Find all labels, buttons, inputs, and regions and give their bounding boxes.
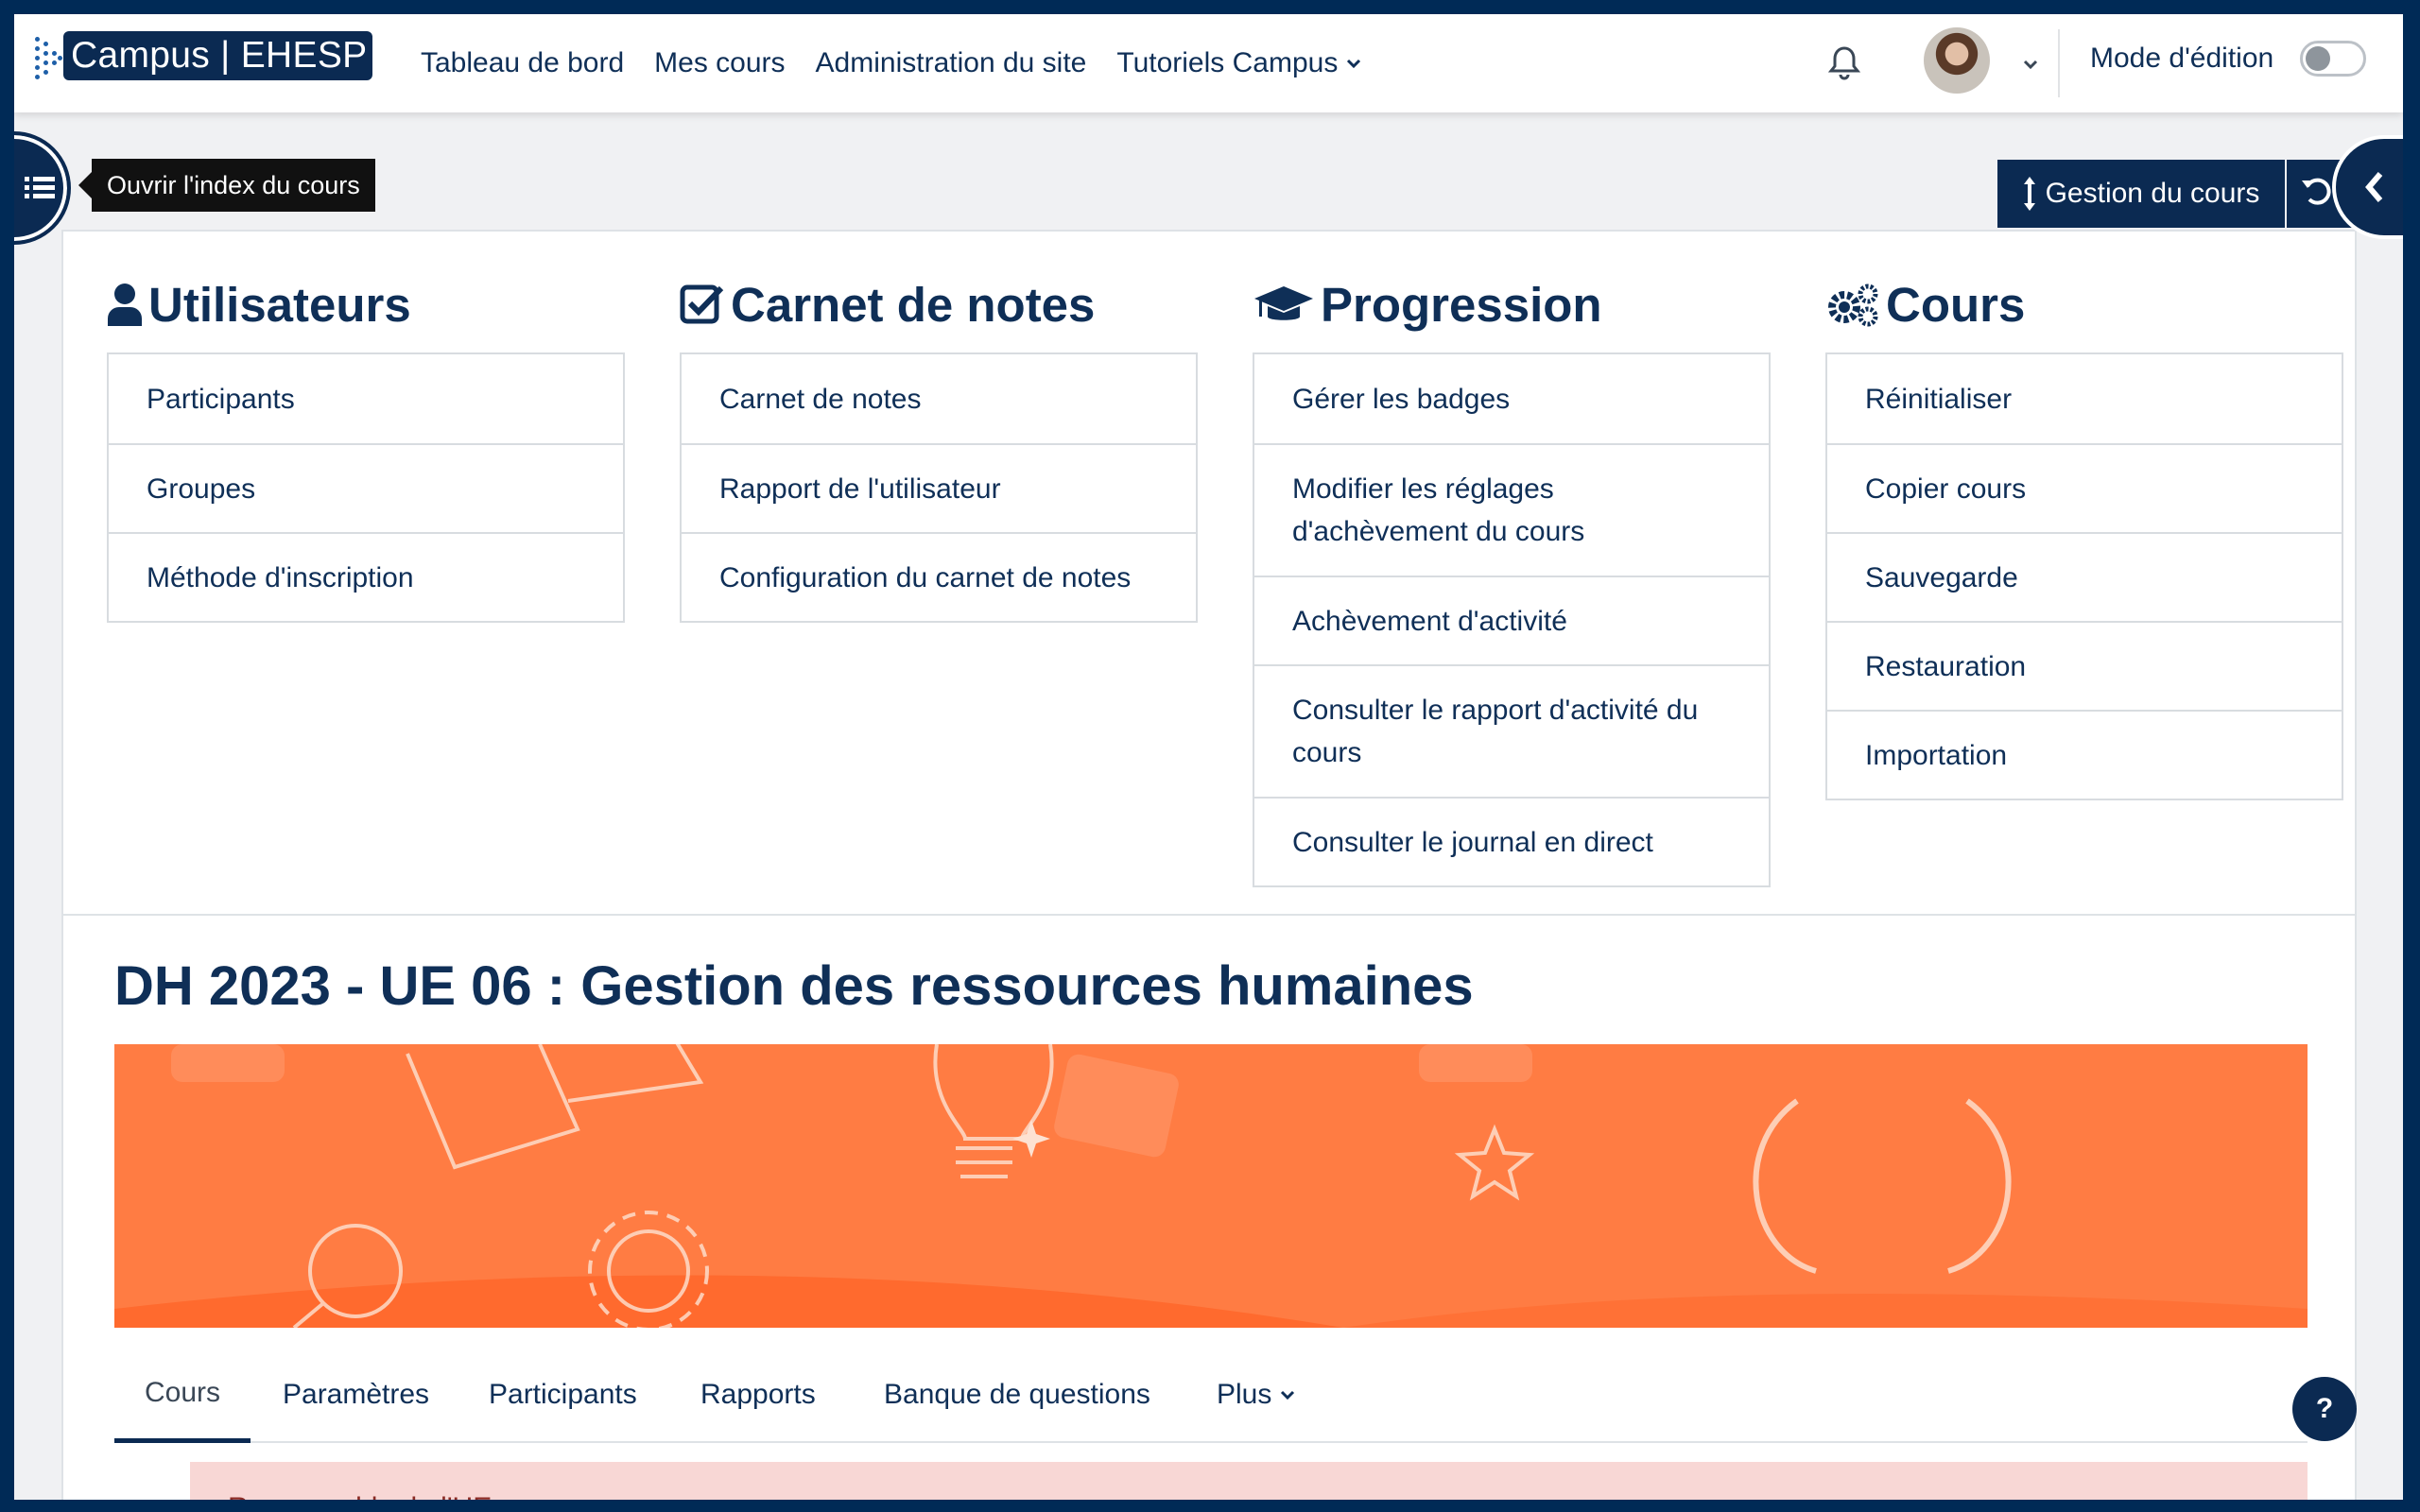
course-index-tooltip: Ouvrir l'index du cours	[78, 159, 375, 212]
course-index-button[interactable]	[14, 131, 71, 245]
tab-plus-label: Plus	[1217, 1379, 1272, 1410]
arrows-vertical-icon	[2023, 177, 2035, 211]
menu-item-restauration[interactable]: Restauration	[1827, 621, 2342, 710]
primary-nav: Tableau de bord Mes cours Administration…	[421, 14, 1392, 112]
alert-box: Responsable de l'UE	[190, 1462, 2308, 1500]
help-button[interactable]: ?	[2292, 1377, 2357, 1441]
menu-item-groupes[interactable]: Groupes	[109, 443, 623, 532]
chevron-down-icon[interactable]	[2016, 50, 2045, 78]
gestion-du-cours-button[interactable]: Gestion du cours	[1997, 160, 2285, 228]
notification-bell-icon[interactable]	[1823, 41, 1866, 84]
menu-item-gerer-badges[interactable]: Gérer les badges	[1254, 354, 1769, 443]
menu-item-carnet-de-notes[interactable]: Carnet de notes	[682, 354, 1196, 443]
menu-column-cours: Cours Réinitialiser Copier cours Sauvega…	[1825, 275, 2343, 800]
menu-heading: Progression	[1253, 275, 1771, 334]
menu-item-copier-cours[interactable]: Copier cours	[1827, 443, 2342, 532]
nav-tutoriels-label: Tutoriels Campus	[1116, 47, 1339, 78]
tab-plus[interactable]: Plus	[1217, 1347, 1296, 1443]
menu-column-carnet-de-notes: Carnet de notes Carnet de notes Rapport …	[680, 275, 1198, 623]
tab-rapports[interactable]: Rapports	[700, 1347, 816, 1443]
cogs-icon	[1828, 284, 1878, 327]
tab-parametres[interactable]: Paramètres	[283, 1347, 429, 1443]
course-title: DH 2023 - UE 06 : Gestion des ressources…	[114, 955, 1474, 1017]
menu-heading: Utilisateurs	[107, 275, 625, 334]
menu-item-sauvegarde[interactable]: Sauvegarde	[1827, 532, 2342, 621]
list-icon	[25, 177, 55, 198]
logo-dots-icon	[31, 31, 63, 80]
alert-text: Responsable de l'UE	[228, 1492, 492, 1500]
tab-participants[interactable]: Participants	[489, 1347, 637, 1443]
menu-item-importation[interactable]: Importation	[1827, 710, 2342, 799]
user-avatar[interactable]	[1924, 27, 1990, 94]
graduation-cap-icon	[1254, 286, 1313, 320]
menu-item-rapport-utilisateur[interactable]: Rapport de l'utilisateur	[682, 443, 1196, 532]
menu-list: Carnet de notes Rapport de l'utilisateur…	[680, 352, 1198, 623]
chevron-left-icon	[2365, 172, 2383, 202]
menu-item-participants[interactable]: Participants	[109, 354, 623, 443]
gestion-du-cours-label: Gestion du cours	[2045, 178, 2260, 209]
nav-mes-cours[interactable]: Mes cours	[654, 47, 785, 79]
menu-heading: Cours	[1825, 275, 2343, 334]
course-tabs: Cours Paramètres Participants Rapports B…	[114, 1347, 2308, 1443]
banner-illustration	[114, 1044, 2308, 1328]
menu-heading-text: Carnet de notes	[731, 277, 1096, 332]
logo-text: Campus | EHESP	[63, 31, 373, 80]
menu-item-methode-inscription[interactable]: Méthode d'inscription	[109, 532, 623, 621]
chevron-down-icon	[1347, 59, 1361, 69]
section-divider	[63, 914, 2355, 916]
menu-heading-text: Cours	[1886, 277, 2026, 332]
menu-column-utilisateurs: Utilisateurs Participants Groupes Méthod…	[107, 275, 625, 623]
menu-heading-text: Utilisateurs	[148, 277, 411, 332]
nav-tutoriels-campus[interactable]: Tutoriels Campus	[1116, 47, 1362, 79]
menu-item-reinitialiser[interactable]: Réinitialiser	[1827, 354, 2342, 443]
menu-list: Gérer les badges Modifier les réglages d…	[1253, 352, 1771, 887]
edit-mode-label: Mode d'édition	[2090, 43, 2274, 74]
menu-item-journal-direct[interactable]: Consulter le journal en direct	[1254, 797, 1769, 885]
menu-heading: Carnet de notes	[680, 275, 1198, 334]
top-navbar: Campus | EHESP Tableau de bord Mes cours…	[14, 14, 2403, 112]
course-content-card: Utilisateurs Participants Groupes Méthod…	[61, 230, 2357, 1500]
menu-list: Réinitialiser Copier cours Sauvegarde Re…	[1825, 352, 2343, 800]
menu-column-progression: Progression Gérer les badges Modifier le…	[1253, 275, 1771, 887]
menu-item-reglages-achevement[interactable]: Modifier les réglages d'achèvement du co…	[1254, 443, 1769, 576]
menu-item-rapport-activite[interactable]: Consulter le rapport d'activité du cours	[1254, 664, 1769, 797]
navbar-divider	[2058, 29, 2060, 97]
chevron-down-icon	[1281, 1390, 1295, 1400]
site-logo[interactable]: Campus | EHESP	[31, 31, 373, 80]
menu-list: Participants Groupes Méthode d'inscripti…	[107, 352, 625, 623]
tab-cours[interactable]: Cours	[114, 1347, 251, 1443]
nav-administration[interactable]: Administration du site	[816, 47, 1087, 79]
edit-mode-toggle[interactable]	[2300, 41, 2366, 77]
menu-item-achevement-activite[interactable]: Achèvement d'activité	[1254, 576, 1769, 664]
menu-heading-text: Progression	[1321, 277, 1602, 332]
check-square-icon	[680, 284, 724, 324]
page: Campus | EHESP Tableau de bord Mes cours…	[14, 14, 2403, 1500]
menu-item-configuration-carnet[interactable]: Configuration du carnet de notes	[682, 532, 1196, 621]
tab-banque-de-questions[interactable]: Banque de questions	[884, 1347, 1150, 1443]
nav-tableau-de-bord[interactable]: Tableau de bord	[421, 47, 624, 79]
course-banner-image	[114, 1044, 2308, 1328]
user-icon	[108, 284, 142, 326]
